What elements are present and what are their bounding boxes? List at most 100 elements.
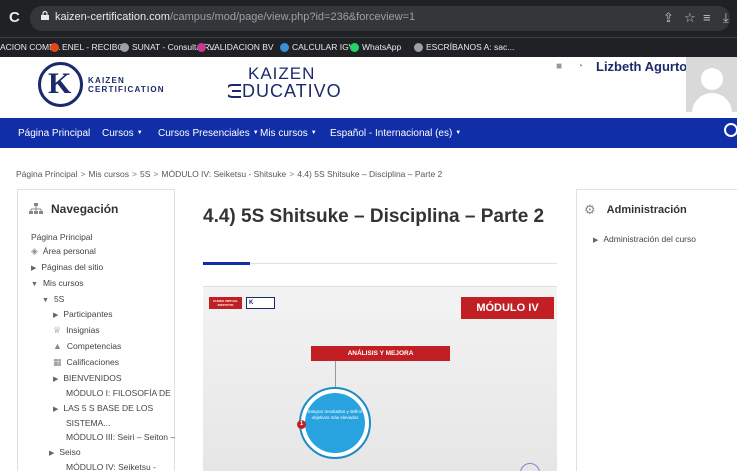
user-menu[interactable]: Lizbeth Agurto ▾	[596, 59, 695, 74]
nav-tree-label: Página Principal	[31, 232, 93, 242]
caret-right-icon: ▶	[49, 450, 55, 457]
nav-tree-item[interactable]: MÓDULO IV: Seiketsu -	[66, 462, 156, 471]
navigation-title-text: Navegación	[51, 202, 119, 216]
caret-down-icon: ▼	[455, 130, 462, 137]
lock-icon	[41, 11, 49, 20]
breadcrumb-item[interactable]: Página Principal	[16, 169, 77, 179]
url-text[interactable]: kaizen-certification.com/campus/mod/page…	[55, 11, 415, 23]
nav-language[interactable]: Español - Internacional (es) ▼	[330, 128, 461, 139]
gears-icon: ⚙	[584, 202, 596, 217]
user-name: Lizbeth Agurto	[596, 59, 688, 74]
search-icon[interactable]	[724, 123, 737, 137]
grades-icon: ▦	[53, 357, 62, 367]
site-header: K KAIZEN CERTIFICATION KAIZEN DUCATIVO ■…	[0, 57, 737, 118]
main-navbar: Página Principal Cursos ▼ Cursos Presenci…	[0, 118, 737, 148]
nav-tree-label: LAS 5 S BASE DE LOS	[63, 403, 154, 413]
nav-tree-label: SISTEMA...	[66, 418, 111, 428]
download-icon[interactable]: ⤓	[723, 10, 729, 26]
breadcrumb-item[interactable]: 5S	[140, 169, 150, 179]
reload-icon[interactable]: C	[9, 9, 20, 26]
nav-tree-item[interactable]: Página Principal	[31, 232, 92, 242]
nav-cursos-presenciales[interactable]: Cursos Presenciales ▼	[158, 128, 259, 139]
bookmark-favicon-icon	[280, 42, 289, 52]
admin-item-label: Administración del curso	[603, 234, 696, 244]
nav-tree-item[interactable]: ▼ 5S	[42, 294, 64, 306]
nav-tree-item[interactable]: ▦ Calificaciones	[53, 357, 119, 367]
bookmark-label: ESCRÍBANOS A: sac...	[426, 42, 515, 52]
caret-right-icon: ▶	[53, 312, 59, 319]
video-step-number: 1	[297, 420, 306, 429]
navigation-block-title: Navegación	[29, 202, 118, 216]
nav-tree-label: Páginas del sitio	[41, 262, 104, 272]
nav-tree-item[interactable]: ▶ LAS 5 S BASE DE LOS	[53, 403, 153, 415]
admin-item-course-administration[interactable]: ▶ Administración del curso	[593, 234, 696, 244]
nav-tree-item[interactable]: MÓDULO III: Seiri – Seiton –	[66, 432, 175, 442]
brand-line1: KAIZEN	[88, 76, 125, 85]
nav-tree-item[interactable]: ▶ Participantes	[53, 309, 113, 321]
kaizen-certification-logo[interactable]: K	[38, 62, 83, 107]
bookmark-favicon-icon	[50, 42, 59, 52]
nav-tree-item[interactable]: ▶ Seiso	[49, 447, 81, 459]
bookmark-favicon-icon	[197, 42, 206, 52]
dashboard-icon: ◈	[31, 246, 38, 256]
sitemap-icon	[29, 203, 43, 214]
nav-tree-item[interactable]: MÓDULO I: FILOSOFÍA DE	[66, 388, 171, 398]
share-icon[interactable]: ⇪	[663, 10, 674, 26]
nav-tree-label: MÓDULO IV: Seiketsu -	[66, 462, 156, 471]
breadcrumb-item: 4.4) 5S Shitsuke – Disciplina – Parte 2	[297, 169, 443, 179]
messages-icon[interactable]: ■	[556, 61, 562, 72]
nav-item-label: Página Principal	[18, 128, 91, 139]
url-path: /campus/mod/page/view.php?id=236&forcevi…	[169, 11, 416, 23]
brand-line2: CERTIFICATION	[88, 85, 165, 94]
nav-tree-label: 5S	[53, 294, 65, 304]
bookmark-item[interactable]: CALCULAR IGV	[280, 42, 354, 52]
avatar[interactable]	[686, 57, 737, 112]
nav-mis-cursos[interactable]: Mis cursos ▼	[260, 128, 317, 139]
bookmark-item[interactable]: VALIDACION BV	[197, 42, 274, 52]
nav-cursos[interactable]: Cursos ▼	[102, 128, 143, 139]
bookmark-label: VALIDACION BV	[209, 42, 274, 52]
bookmark-item[interactable]: WhatsApp	[350, 42, 401, 52]
breadcrumb-separator: >	[132, 169, 137, 179]
edu-logo-line2-text: DUCATIVO	[242, 81, 342, 101]
breadcrumb-item[interactable]: Mis cursos	[88, 169, 129, 179]
k-logo-letter: K	[48, 67, 72, 100]
notifications-icon[interactable]: ◔	[577, 61, 583, 72]
video-logo-text: K	[249, 300, 254, 306]
nav-tree-item[interactable]: ▼ Mis cursos	[31, 278, 84, 290]
bookmark-item[interactable]: ESCRÍBANOS A: sac...	[414, 42, 514, 52]
video-kaizen-logo: K	[246, 297, 275, 309]
nav-tree-item[interactable]: ♕ Insignias	[53, 325, 100, 335]
nav-pagina-principal[interactable]: Página Principal	[18, 128, 90, 139]
nav-tree-item[interactable]: ▲ Competencias	[53, 341, 121, 351]
nav-tree-item[interactable]: ▶ Páginas del sitio	[31, 262, 103, 274]
caret-right-icon: ▶	[593, 237, 599, 244]
star-icon[interactable]: ☆	[684, 10, 696, 26]
title-divider	[203, 263, 557, 264]
bookmarks-bar: ACION COMP... ENEL - RECIBO SUNAT - Consul…	[0, 37, 737, 57]
video-badge-text: CURSO VIRTUAL INSTITUTO	[213, 299, 238, 307]
video-player[interactable]: CURSO VIRTUAL INSTITUTO K MÓDULO IV ANÁL…	[203, 286, 557, 471]
bookmark-favicon-icon	[414, 42, 423, 52]
badge-icon: ♕	[53, 325, 62, 335]
nav-tree-item[interactable]: ▶ BIENVENIDOS	[53, 373, 122, 385]
video-control-icon[interactable]	[520, 463, 540, 471]
caret-down-icon: ▼	[42, 297, 49, 304]
nav-item-label: Cursos	[102, 128, 134, 139]
page-title: 4.4) 5S Shitsuke – Disciplina – Parte 2	[203, 206, 545, 227]
reading-list-icon[interactable]: ≡	[703, 10, 711, 25]
nav-tree-label: Calificaciones	[66, 357, 119, 367]
e-shape-icon	[225, 84, 241, 98]
nav-tree-label: Mis cursos	[42, 278, 84, 288]
bookmark-item[interactable]: ENEL - RECIBO	[50, 42, 124, 52]
caret-right-icon: ▶	[53, 406, 59, 413]
nav-tree-label: MÓDULO I: FILOSOFÍA DE	[66, 388, 171, 398]
video-module-label: MÓDULO IV	[461, 297, 554, 319]
title-accent-bar	[203, 262, 250, 265]
breadcrumb-item[interactable]: MÓDULO IV: Seiketsu - Shitsuke	[161, 169, 286, 179]
nav-tree-item[interactable]: ◈ Área personal	[31, 246, 96, 256]
nav-tree-item[interactable]: SISTEMA...	[66, 418, 110, 428]
nav-item-label: Español - Internacional (es)	[330, 128, 453, 139]
administration-title-text: Administración	[606, 204, 687, 216]
nav-tree-label: MÓDULO III: Seiri – Seiton –	[66, 432, 176, 442]
